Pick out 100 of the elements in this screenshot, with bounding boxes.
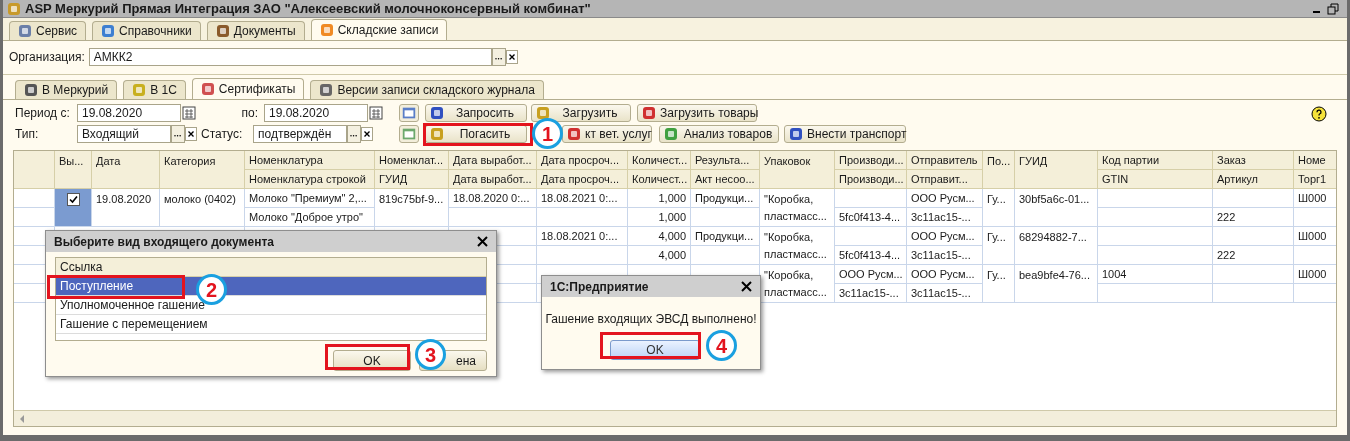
- column-header[interactable]: ГУИД: [375, 170, 448, 189]
- column-header[interactable]: По...: [983, 151, 1015, 189]
- tab[interactable]: Складские записи: [310, 19, 448, 40]
- column-header[interactable]: Отправитель: [907, 151, 982, 170]
- tab[interactable]: В Меркурий: [15, 80, 118, 99]
- clear-icon[interactable]: [361, 127, 373, 141]
- table-cell: 222: [1213, 208, 1293, 227]
- app-icon: [7, 1, 21, 16]
- check-icon: [68, 195, 78, 204]
- input-field[interactable]: Входящий: [77, 125, 171, 143]
- column-header[interactable]: Производи...: [835, 170, 906, 189]
- horizontal-scrollbar[interactable]: [14, 410, 1336, 426]
- table-cell: Продукци...: [691, 227, 759, 246]
- tab[interactable]: Версии записи складского журнала: [310, 80, 544, 99]
- table-cell: 3c11ac15-...: [907, 208, 982, 227]
- calendar-icon[interactable]: [182, 106, 196, 120]
- table-cell: Ш000: [1294, 265, 1336, 284]
- column-header[interactable]: Дата просроч...: [537, 170, 627, 189]
- table-cell: молоко (0402): [160, 189, 245, 227]
- column-header[interactable]: Результа...: [691, 151, 759, 170]
- column-header[interactable]: Упаковок: [760, 151, 835, 189]
- column-header[interactable]: Категория: [160, 151, 245, 189]
- close-icon[interactable]: [741, 281, 752, 292]
- column-header[interactable]: GTIN: [1098, 170, 1212, 189]
- table-cell: Ш000: [1294, 189, 1336, 208]
- field-label: Период с:: [15, 105, 71, 122]
- table-cell: "Коробка, пластмасс...: [760, 227, 835, 265]
- table-cell: bea9bfe4-76...: [1015, 265, 1098, 303]
- table-cell: 3c11ac15-...: [835, 284, 906, 303]
- restore-icon[interactable]: [1327, 2, 1339, 15]
- input-field[interactable]: 19.08.2020: [264, 104, 368, 122]
- toolbar-button[interactable]: Анализ товаров: [659, 125, 779, 143]
- input-field[interactable]: 19.08.2020: [77, 104, 181, 122]
- toolbar-button[interactable]: Запросить: [425, 104, 527, 122]
- table-cell: "Коробка, пластмасс...: [760, 189, 835, 227]
- help-icon[interactable]: [1311, 106, 1327, 122]
- toolbar-icon: [430, 127, 444, 141]
- table-cell: ООО Русм...: [907, 227, 982, 246]
- column-header[interactable]: ГУИД: [1015, 151, 1098, 189]
- scroll-left-icon[interactable]: [18, 413, 26, 424]
- column-header[interactable]: Вы...: [55, 151, 92, 189]
- column-header[interactable]: Номенклатура строкой: [245, 170, 374, 189]
- table-cell: 3c11ac15-...: [907, 246, 982, 265]
- column-header[interactable]: Количест...: [628, 151, 690, 170]
- table-cell: Продукци...: [691, 189, 759, 208]
- table-cell: 1,000: [628, 189, 690, 208]
- table-cell: Молоко "Доброе утро": [245, 208, 374, 227]
- column-header[interactable]: Торг1: [1294, 170, 1336, 189]
- clear-icon[interactable]: [185, 127, 197, 141]
- column-header[interactable]: Номенклат...: [375, 151, 448, 170]
- tab-icon: [215, 24, 230, 38]
- tab[interactable]: Справочники: [92, 21, 201, 40]
- column-header[interactable]: Артикул: [1213, 170, 1293, 189]
- message-text: Гашение входящих ЭВСД выполнено!: [544, 311, 758, 328]
- toolbar-button[interactable]: Загрузить товары: [637, 104, 757, 122]
- table-cell: 30bf5a6c-01...: [1015, 189, 1098, 227]
- column-header[interactable]: Дата выработ...: [449, 170, 536, 189]
- table-cell: 18.08.2021 0:...: [537, 189, 627, 208]
- table-cell: 19.08.2020: [92, 189, 160, 227]
- table-cell: 222: [1213, 246, 1293, 265]
- table-cell: Гу...: [983, 265, 1015, 303]
- toolbar-button[interactable]: Внести транспорт: [784, 125, 906, 143]
- column-header[interactable]: Акт несоо...: [691, 170, 759, 189]
- window-title: ASP Меркурий Прямая Интеграция ЗАО "Алексеевский молочноконсервный комбинат": [25, 0, 592, 18]
- toolbar-button[interactable]: Загрузить: [531, 104, 631, 122]
- toolbar-button[interactable]: кт вет. услуг: [562, 125, 652, 143]
- table-cell: Молоко "Премиум" 2,...: [245, 189, 374, 208]
- table-cell: ООО Русм...: [907, 189, 982, 208]
- list-item[interactable]: Гашение с перемещением: [56, 315, 486, 334]
- input-field[interactable]: АМКК2: [88, 48, 492, 66]
- column-header[interactable]: Код партии: [1098, 151, 1212, 170]
- input-field[interactable]: подтверждён: [253, 125, 347, 143]
- column-header[interactable]: Дата: [92, 151, 160, 189]
- column-header[interactable]: Номенклатура: [245, 151, 374, 170]
- column-header[interactable]: Отправит...: [907, 170, 982, 189]
- tab[interactable]: Сертификаты: [191, 78, 305, 99]
- column-header[interactable]: Ссылка: [56, 258, 486, 277]
- tab[interactable]: В 1С: [123, 80, 186, 99]
- checkbox[interactable]: [66, 193, 80, 206]
- column-header[interactable]: Производи...: [835, 151, 906, 170]
- checklist-icon[interactable]: [399, 125, 419, 143]
- table-cell: ООО Русм...: [907, 265, 982, 284]
- tab-icon: [18, 24, 32, 38]
- table-cell: Гу...: [983, 227, 1015, 265]
- calendar-icon[interactable]: [369, 106, 383, 120]
- toolbar-icon: [789, 127, 803, 141]
- close-icon[interactable]: [477, 236, 488, 247]
- calendar-icon[interactable]: [399, 104, 419, 122]
- column-header[interactable]: Дата просроч...: [537, 151, 627, 170]
- toolbar-icon: [567, 127, 581, 141]
- column-header[interactable]: Заказ: [1213, 151, 1293, 170]
- dialog-title: Выберите вид входящего документа: [54, 233, 275, 251]
- column-header[interactable]: Номе: [1294, 151, 1336, 170]
- column-header[interactable]: Количест...: [628, 170, 690, 189]
- column-header[interactable]: Дата выработ...: [449, 151, 536, 170]
- toolbar-icon: [664, 127, 678, 141]
- tab[interactable]: Сервис: [9, 21, 87, 40]
- tab[interactable]: Документы: [206, 21, 305, 40]
- dialog-title: 1С:Предприятие: [550, 278, 650, 296]
- table-cell: 4,000: [628, 246, 690, 265]
